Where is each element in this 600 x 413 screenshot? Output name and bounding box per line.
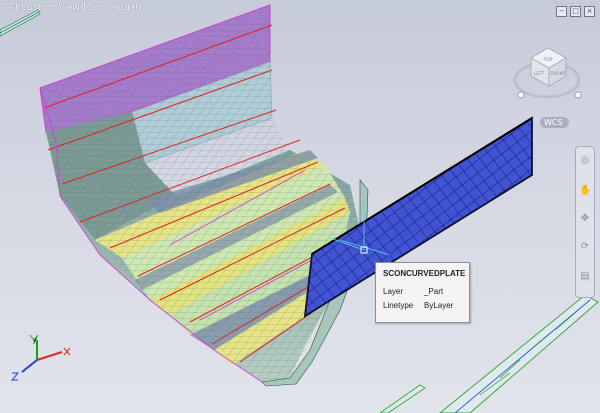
minimize-button[interactable]: − <box>556 6 567 17</box>
tooltip-layer-key: Layer <box>383 287 404 296</box>
tooltip-linetype-key: Linetype <box>383 301 414 310</box>
viewcube-front-face: FRONT <box>550 71 566 77</box>
curved-plate-surface[interactable] <box>39 4 369 387</box>
zoom-icon[interactable]: ✥ <box>579 213 591 225</box>
viewcube-top-face: TOP <box>542 57 552 63</box>
orbit-icon[interactable]: ⟳ <box>579 241 591 253</box>
pan-icon[interactable]: ✋ <box>579 185 591 197</box>
steering-wheel-icon[interactable]: ◎ <box>579 155 591 167</box>
navigation-bar[interactable]: ◎ ✋ ✥ ⟳ ▤ <box>575 146 595 298</box>
viewport-controls-label[interactable]: [−][Custom View][Conceptual] <box>3 3 141 13</box>
object-tooltip: SCONCURVEDPLATE Layer _Part Linetype ByL… <box>375 262 470 323</box>
model-scene[interactable]: TOP LEFT FRONT <box>0 0 600 413</box>
tooltip-title: SCONCURVEDPLATE <box>383 269 466 278</box>
tooltip-layer-value: _Part <box>424 287 444 296</box>
restore-button[interactable]: □ <box>570 6 581 17</box>
ucs-icon <box>10 334 71 381</box>
model-viewport[interactable]: TOP LEFT FRONT [−][Custom View][Conceptu… <box>0 0 600 413</box>
wcs-menu[interactable]: WCS <box>540 117 569 128</box>
close-button[interactable]: × <box>584 6 595 17</box>
tooltip-linetype-value: ByLayer <box>424 301 454 310</box>
side-profile-top-left <box>0 9 41 37</box>
viewcube-left-face: LEFT <box>534 71 545 77</box>
viewcube[interactable]: TOP LEFT FRONT <box>513 47 582 99</box>
showmotion-icon[interactable]: ▤ <box>579 271 591 283</box>
